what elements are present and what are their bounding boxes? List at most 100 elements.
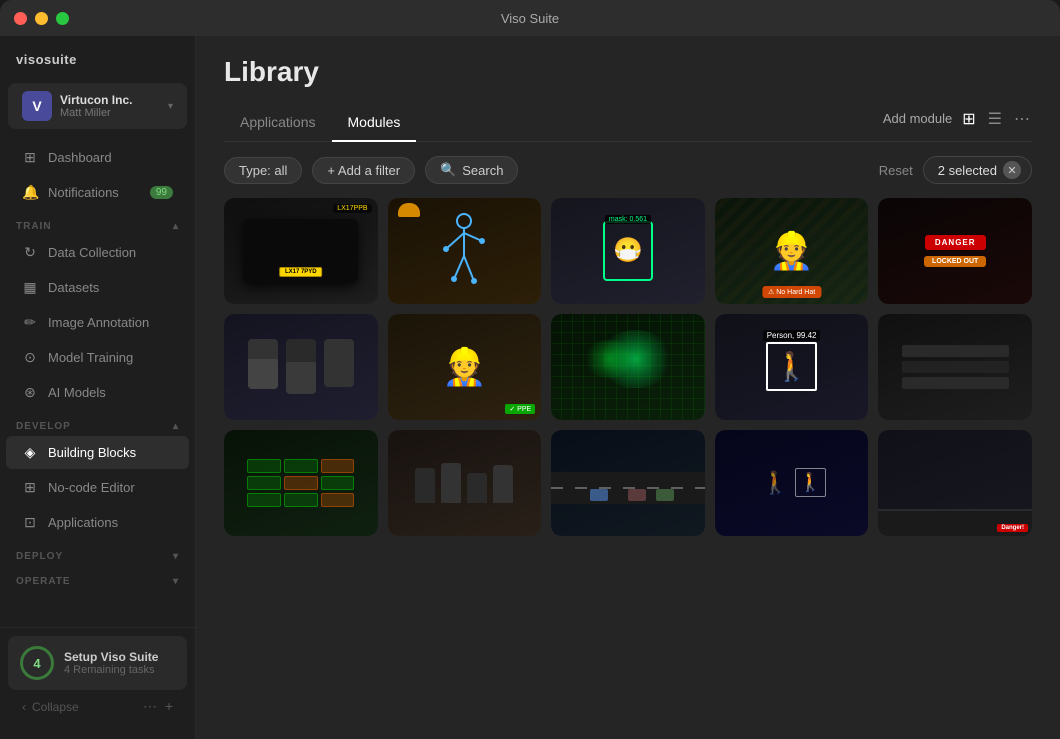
collapse-row[interactable]: ‹ Collapse ⋯ + bbox=[8, 690, 187, 723]
bell-icon: 🔔 bbox=[22, 184, 38, 201]
sidebar-item-model-training[interactable]: ⊙ Model Training bbox=[6, 341, 189, 374]
list-view-icon[interactable]: ☰ bbox=[986, 107, 1004, 131]
sidebar: visosuite V Virtucon Inc. Matt Miller ▾ … bbox=[0, 36, 196, 739]
chevron-down-icon: ▾ bbox=[168, 101, 173, 112]
datasets-icon: ▦ bbox=[22, 279, 38, 296]
tab-actions: Add module ⊞ ☰ ⋯ bbox=[883, 107, 1032, 139]
tab-modules[interactable]: Modules bbox=[332, 104, 417, 142]
sidebar-item-dashboard[interactable]: ⊞ Dashboard bbox=[6, 141, 189, 174]
more-options-icon[interactable]: ⋯ bbox=[1012, 107, 1032, 131]
main-content: Library Applications Modules Add module … bbox=[196, 36, 1060, 739]
sidebar-item-label: Building Blocks bbox=[48, 445, 136, 460]
setup-ring: 4 bbox=[20, 646, 54, 680]
building-blocks-icon: ◈ bbox=[22, 444, 38, 461]
sidebar-logo: visosuite bbox=[0, 52, 195, 83]
module-card-meeting[interactable] bbox=[388, 430, 542, 536]
annotation-icon: ✏ bbox=[22, 314, 38, 331]
sidebar-item-label: Data Collection bbox=[48, 245, 136, 260]
type-filter-label: Type: all bbox=[239, 163, 287, 178]
selected-badge: 2 selected ✕ bbox=[923, 156, 1032, 184]
module-card-parking[interactable] bbox=[224, 430, 378, 536]
module-card-pedestrian[interactable]: 🚶 🚶 bbox=[715, 430, 869, 536]
module-card-heatmap[interactable] bbox=[551, 314, 705, 420]
applications-icon: ⊡ bbox=[22, 514, 38, 531]
module-card-warehouse[interactable] bbox=[878, 314, 1032, 420]
add-module-button[interactable]: Add module bbox=[883, 111, 952, 126]
module-card-person-detection[interactable]: 🚶 Person, 99.42 bbox=[715, 314, 869, 420]
avatar: V bbox=[22, 91, 52, 121]
maximize-button[interactable] bbox=[56, 12, 69, 25]
section-train: TRAIN ▴ bbox=[0, 211, 195, 236]
dots-icon: ⋯ bbox=[143, 698, 157, 715]
titlebar: Viso Suite bbox=[0, 0, 1060, 36]
selected-count: 2 selected bbox=[938, 163, 997, 178]
filter-row: Type: all + Add a filter 🔍 Search Reset … bbox=[196, 142, 1060, 198]
dashboard-icon: ⊞ bbox=[22, 149, 38, 166]
module-card-traffic[interactable] bbox=[551, 430, 705, 536]
sidebar-item-label: Model Training bbox=[48, 350, 133, 365]
chevron-left-icon: ‹ bbox=[22, 700, 26, 714]
window-controls[interactable] bbox=[14, 12, 69, 25]
editor-icon: ⊞ bbox=[22, 479, 38, 496]
sidebar-item-data-collection[interactable]: ↻ Data Collection bbox=[6, 236, 189, 269]
close-button[interactable] bbox=[14, 12, 27, 25]
sidebar-item-applications[interactable]: ⊡ Applications bbox=[6, 506, 189, 539]
tabs-row: Applications Modules Add module ⊞ ☰ ⋯ bbox=[224, 104, 1032, 142]
sidebar-item-ai-models[interactable]: ⊛ AI Models bbox=[6, 376, 189, 409]
add-icon: + bbox=[165, 698, 173, 715]
sidebar-item-building-blocks[interactable]: ◈ Building Blocks bbox=[6, 436, 189, 469]
search-label: Search bbox=[462, 163, 503, 178]
chevron-down-icon: ▾ bbox=[173, 576, 179, 587]
notification-badge: 99 bbox=[150, 186, 173, 199]
sidebar-item-label: AI Models bbox=[48, 385, 106, 400]
sidebar-item-label: Applications bbox=[48, 515, 118, 530]
type-filter[interactable]: Type: all bbox=[224, 157, 302, 184]
user-block[interactable]: V Virtucon Inc. Matt Miller ▾ bbox=[8, 83, 187, 129]
minimize-button[interactable] bbox=[35, 12, 48, 25]
module-card-skeleton[interactable] bbox=[388, 198, 542, 304]
model-training-icon: ⊙ bbox=[22, 349, 38, 366]
sidebar-item-label: Notifications bbox=[48, 185, 119, 200]
sidebar-item-label: Dashboard bbox=[48, 150, 112, 165]
add-filter-button[interactable]: + Add a filter bbox=[312, 157, 415, 184]
setup-card[interactable]: 4 Setup Viso Suite 4 Remaining tasks bbox=[8, 636, 187, 690]
module-grid-area: LX17 7PYD LX17PPB bbox=[196, 198, 1060, 739]
tab-applications[interactable]: Applications bbox=[224, 104, 332, 142]
setup-title: Setup Viso Suite bbox=[64, 650, 158, 664]
collapse-label: Collapse bbox=[32, 700, 79, 714]
setup-sub: 4 Remaining tasks bbox=[64, 664, 158, 676]
sidebar-item-image-annotation[interactable]: ✏ Image Annotation bbox=[6, 306, 189, 339]
page-title: Library bbox=[224, 56, 1032, 88]
ai-models-icon: ⊛ bbox=[22, 384, 38, 401]
module-card-lpr[interactable]: LX17 7PYD LX17PPB bbox=[224, 198, 378, 304]
search-icon: 🔍 bbox=[440, 162, 456, 178]
chevron-up-icon: ▴ bbox=[173, 421, 179, 432]
sidebar-item-label: No-code Editor bbox=[48, 480, 135, 495]
section-deploy: DEPLOY ▾ bbox=[0, 541, 195, 566]
window-title: Viso Suite bbox=[501, 11, 559, 26]
section-operate: OPERATE ▾ bbox=[0, 566, 195, 591]
module-card-hardhat[interactable]: 👷 ✓ PPE bbox=[388, 314, 542, 420]
module-card-office[interactable] bbox=[224, 314, 378, 420]
sidebar-item-datasets[interactable]: ▦ Datasets bbox=[6, 271, 189, 304]
sidebar-bottom: 4 Setup Viso Suite 4 Remaining tasks ‹ C… bbox=[0, 627, 195, 723]
chevron-up-icon: ▴ bbox=[173, 221, 179, 232]
search-chip[interactable]: 🔍 Search bbox=[425, 156, 518, 184]
module-card-railway[interactable]: Danger! bbox=[878, 430, 1032, 536]
user-sub: Matt Miller bbox=[60, 107, 168, 119]
add-filter-label: + Add a filter bbox=[327, 163, 400, 178]
module-card-ppe[interactable]: 👷 ⚠ No Hard Hat bbox=[715, 198, 869, 304]
module-grid: LX17 7PYD LX17PPB bbox=[224, 198, 1032, 536]
reset-button[interactable]: Reset bbox=[879, 163, 913, 178]
sidebar-item-notifications[interactable]: 🔔 Notifications 99 bbox=[6, 176, 189, 209]
data-collection-icon: ↻ bbox=[22, 244, 38, 261]
module-card-face-mask[interactable]: 😷 mask: 0.561 bbox=[551, 198, 705, 304]
chevron-down-icon: ▾ bbox=[173, 551, 179, 562]
tabs: Applications Modules bbox=[224, 104, 416, 141]
sidebar-item-no-code-editor[interactable]: ⊞ No-code Editor bbox=[6, 471, 189, 504]
grid-view-icon[interactable]: ⊞ bbox=[960, 107, 977, 131]
module-card-danger[interactable]: DANGER LOCKED OUT bbox=[878, 198, 1032, 304]
user-name: Virtucon Inc. bbox=[60, 93, 168, 107]
clear-selection-button[interactable]: ✕ bbox=[1003, 161, 1021, 179]
sidebar-item-label: Datasets bbox=[48, 280, 99, 295]
